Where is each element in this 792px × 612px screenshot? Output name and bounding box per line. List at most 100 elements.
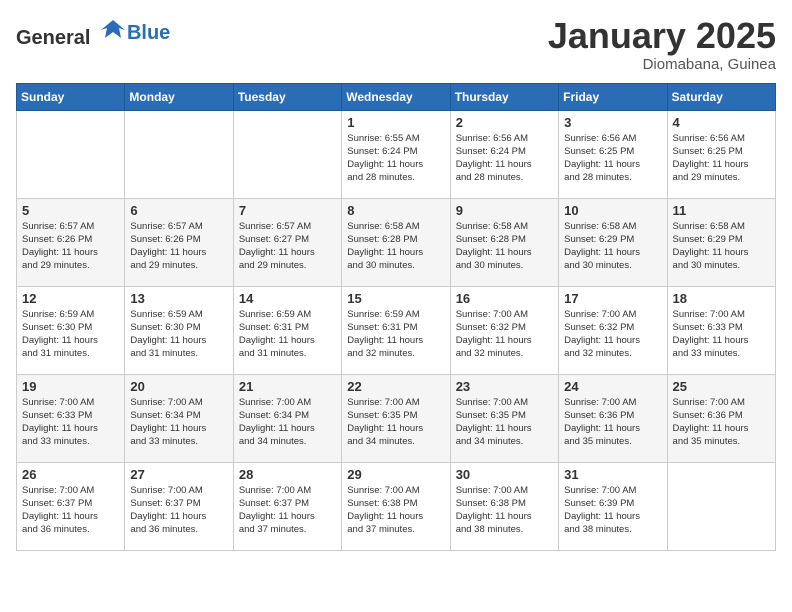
cell-info: Sunrise: 6:56 AMSunset: 6:25 PMDaylight:… xyxy=(673,132,770,185)
calendar-cell: 3 Sunrise: 6:56 AMSunset: 6:25 PMDaylight… xyxy=(559,110,667,198)
logo-bird-icon xyxy=(99,16,127,44)
cell-info: Sunrise: 7:00 AMSunset: 6:32 PMDaylight:… xyxy=(564,308,661,361)
calendar-cell: 24Sunrise: 7:00 AMSunset: 6:36 PMDayligh… xyxy=(559,374,667,462)
calendar-cell: 10Sunrise: 6:58 AMSunset: 6:29 PMDayligh… xyxy=(559,198,667,286)
day-number: 27 xyxy=(130,467,227,482)
day-number: 5 xyxy=(22,203,119,218)
calendar-cell: 17 Sunrise: 7:00 AMSunset: 6:32 PMDayligh… xyxy=(559,286,667,374)
cell-info: Sunrise: 6:58 AMSunset: 6:28 PMDaylight:… xyxy=(347,220,444,273)
location: Diomabana, Guinea xyxy=(548,56,776,73)
calendar-cell: 12Sunrise: 6:59 AMSunset: 6:30 PMDayligh… xyxy=(17,286,125,374)
calendar-cell: 14Sunrise: 6:59 AMSunset: 6:31 PMDayligh… xyxy=(233,286,341,374)
day-number: 22 xyxy=(347,379,444,394)
title-block: January 2025 Diomabana, Guinea xyxy=(548,16,776,73)
cell-info: Sunrise: 6:58 AMSunset: 6:29 PMDaylight:… xyxy=(673,220,770,273)
calendar-week-row: 19 Sunrise: 7:00 AMSunset: 6:33 PMDayligh… xyxy=(17,374,776,462)
calendar-cell: 26 Sunrise: 7:00 AMSunset: 6:37 PMDayligh… xyxy=(17,462,125,550)
cell-info: Sunrise: 6:57 AMSunset: 6:26 PMDaylight:… xyxy=(130,220,227,273)
calendar-cell: 28 Sunrise: 7:00 AMSunset: 6:37 PMDayligh… xyxy=(233,462,341,550)
calendar-cell xyxy=(17,110,125,198)
calendar-header-row: SundayMondayTuesdayWednesdayThursdayFrid… xyxy=(17,83,776,110)
day-number: 25 xyxy=(673,379,770,394)
day-number: 17 xyxy=(564,291,661,306)
cell-info: Sunrise: 6:58 AMSunset: 6:29 PMDaylight:… xyxy=(564,220,661,273)
calendar-cell: 21Sunrise: 7:00 AMSunset: 6:34 PMDayligh… xyxy=(233,374,341,462)
calendar-cell: 31Sunrise: 7:00 AMSunset: 6:39 PMDayligh… xyxy=(559,462,667,550)
calendar-table: SundayMondayTuesdayWednesdayThursdayFrid… xyxy=(16,83,776,551)
calendar-cell xyxy=(125,110,233,198)
calendar-cell: 11 Sunrise: 6:58 AMSunset: 6:29 PMDayligh… xyxy=(667,198,775,286)
calendar-cell: 9 Sunrise: 6:58 AMSunset: 6:28 PMDaylight… xyxy=(450,198,558,286)
day-number: 24 xyxy=(564,379,661,394)
col-header-tuesday: Tuesday xyxy=(233,83,341,110)
calendar-cell: 16Sunrise: 7:00 AMSunset: 6:32 PMDayligh… xyxy=(450,286,558,374)
logo-general: General xyxy=(16,27,90,49)
cell-info: Sunrise: 7:00 AMSunset: 6:36 PMDaylight:… xyxy=(673,396,770,449)
day-number: 4 xyxy=(673,115,770,130)
cell-info: Sunrise: 6:57 AMSunset: 6:27 PMDaylight:… xyxy=(239,220,336,273)
col-header-thursday: Thursday xyxy=(450,83,558,110)
day-number: 13 xyxy=(130,291,227,306)
calendar-cell: 2 Sunrise: 6:56 AMSunset: 6:24 PMDaylight… xyxy=(450,110,558,198)
calendar-week-row: 12 Sunrise: 6:59 AMSunset: 6:30 PMDayligh… xyxy=(17,286,776,374)
day-number: 1 xyxy=(347,115,444,130)
cell-info: Sunrise: 6:56 AMSunset: 6:24 PMDaylight:… xyxy=(456,132,553,185)
cell-info: Sunrise: 7:00 AMSunset: 6:33 PMDaylight:… xyxy=(22,396,119,449)
day-number: 19 xyxy=(22,379,119,394)
calendar-cell: 27 Sunrise: 7:00 AMSunset: 6:37 PMDayligh… xyxy=(125,462,233,550)
cell-info: Sunrise: 7:00 AMSunset: 6:35 PMDaylight:… xyxy=(456,396,553,449)
day-number: 12 xyxy=(22,291,119,306)
day-number: 18 xyxy=(673,291,770,306)
cell-info: Sunrise: 6:59 AMSunset: 6:30 PMDaylight:… xyxy=(130,308,227,361)
day-number: 15 xyxy=(347,291,444,306)
calendar-cell: 22 Sunrise: 7:00 AMSunset: 6:35 PMDayligh… xyxy=(342,374,450,462)
day-number: 2 xyxy=(456,115,553,130)
calendar-week-row: 5 Sunrise: 6:57 AMSunset: 6:26 PMDaylight… xyxy=(17,198,776,286)
day-number: 6 xyxy=(130,203,227,218)
day-number: 14 xyxy=(239,291,336,306)
cell-info: Sunrise: 6:59 AMSunset: 6:31 PMDaylight:… xyxy=(347,308,444,361)
cell-info: Sunrise: 6:56 AMSunset: 6:25 PMDaylight:… xyxy=(564,132,661,185)
cell-info: Sunrise: 7:00 AMSunset: 6:39 PMDaylight:… xyxy=(564,484,661,537)
calendar-cell: 29 Sunrise: 7:00 AMSunset: 6:38 PMDayligh… xyxy=(342,462,450,550)
col-header-saturday: Saturday xyxy=(667,83,775,110)
day-number: 28 xyxy=(239,467,336,482)
calendar-cell: 15 Sunrise: 6:59 AMSunset: 6:31 PMDayligh… xyxy=(342,286,450,374)
cell-info: Sunrise: 7:00 AMSunset: 6:35 PMDaylight:… xyxy=(347,396,444,449)
cell-info: Sunrise: 7:00 AMSunset: 6:37 PMDaylight:… xyxy=(22,484,119,537)
col-header-monday: Monday xyxy=(125,83,233,110)
logo-blue: Blue xyxy=(127,22,170,44)
logo: General Blue xyxy=(16,16,170,50)
cell-info: Sunrise: 6:58 AMSunset: 6:28 PMDaylight:… xyxy=(456,220,553,273)
col-header-wednesday: Wednesday xyxy=(342,83,450,110)
day-number: 7 xyxy=(239,203,336,218)
cell-info: Sunrise: 7:00 AMSunset: 6:32 PMDaylight:… xyxy=(456,308,553,361)
col-header-sunday: Sunday xyxy=(17,83,125,110)
cell-info: Sunrise: 7:00 AMSunset: 6:34 PMDaylight:… xyxy=(130,396,227,449)
page-header: General Blue January 2025 Diomabana, Gui… xyxy=(16,16,776,73)
calendar-week-row: 1 Sunrise: 6:55 AMSunset: 6:24 PMDaylight… xyxy=(17,110,776,198)
calendar-cell: 30Sunrise: 7:00 AMSunset: 6:38 PMDayligh… xyxy=(450,462,558,550)
cell-info: Sunrise: 7:00 AMSunset: 6:37 PMDaylight:… xyxy=(239,484,336,537)
day-number: 3 xyxy=(564,115,661,130)
calendar-cell: 19 Sunrise: 7:00 AMSunset: 6:33 PMDayligh… xyxy=(17,374,125,462)
cell-info: Sunrise: 6:55 AMSunset: 6:24 PMDaylight:… xyxy=(347,132,444,185)
calendar-cell: 25 Sunrise: 7:00 AMSunset: 6:36 PMDayligh… xyxy=(667,374,775,462)
calendar-week-row: 26 Sunrise: 7:00 AMSunset: 6:37 PMDayligh… xyxy=(17,462,776,550)
calendar-cell xyxy=(667,462,775,550)
cell-info: Sunrise: 7:00 AMSunset: 6:37 PMDaylight:… xyxy=(130,484,227,537)
day-number: 23 xyxy=(456,379,553,394)
calendar-cell: 4 Sunrise: 6:56 AMSunset: 6:25 PMDaylight… xyxy=(667,110,775,198)
calendar-cell: 5Sunrise: 6:57 AMSunset: 6:26 PMDaylight… xyxy=(17,198,125,286)
calendar-cell: 7 Sunrise: 6:57 AMSunset: 6:27 PMDaylight… xyxy=(233,198,341,286)
calendar-cell: 1 Sunrise: 6:55 AMSunset: 6:24 PMDaylight… xyxy=(342,110,450,198)
cell-info: Sunrise: 7:00 AMSunset: 6:38 PMDaylight:… xyxy=(347,484,444,537)
day-number: 9 xyxy=(456,203,553,218)
day-number: 29 xyxy=(347,467,444,482)
day-number: 8 xyxy=(347,203,444,218)
day-number: 11 xyxy=(673,203,770,218)
day-number: 26 xyxy=(22,467,119,482)
calendar-cell xyxy=(233,110,341,198)
cell-info: Sunrise: 7:00 AMSunset: 6:38 PMDaylight:… xyxy=(456,484,553,537)
calendar-cell: 18Sunrise: 7:00 AMSunset: 6:33 PMDayligh… xyxy=(667,286,775,374)
